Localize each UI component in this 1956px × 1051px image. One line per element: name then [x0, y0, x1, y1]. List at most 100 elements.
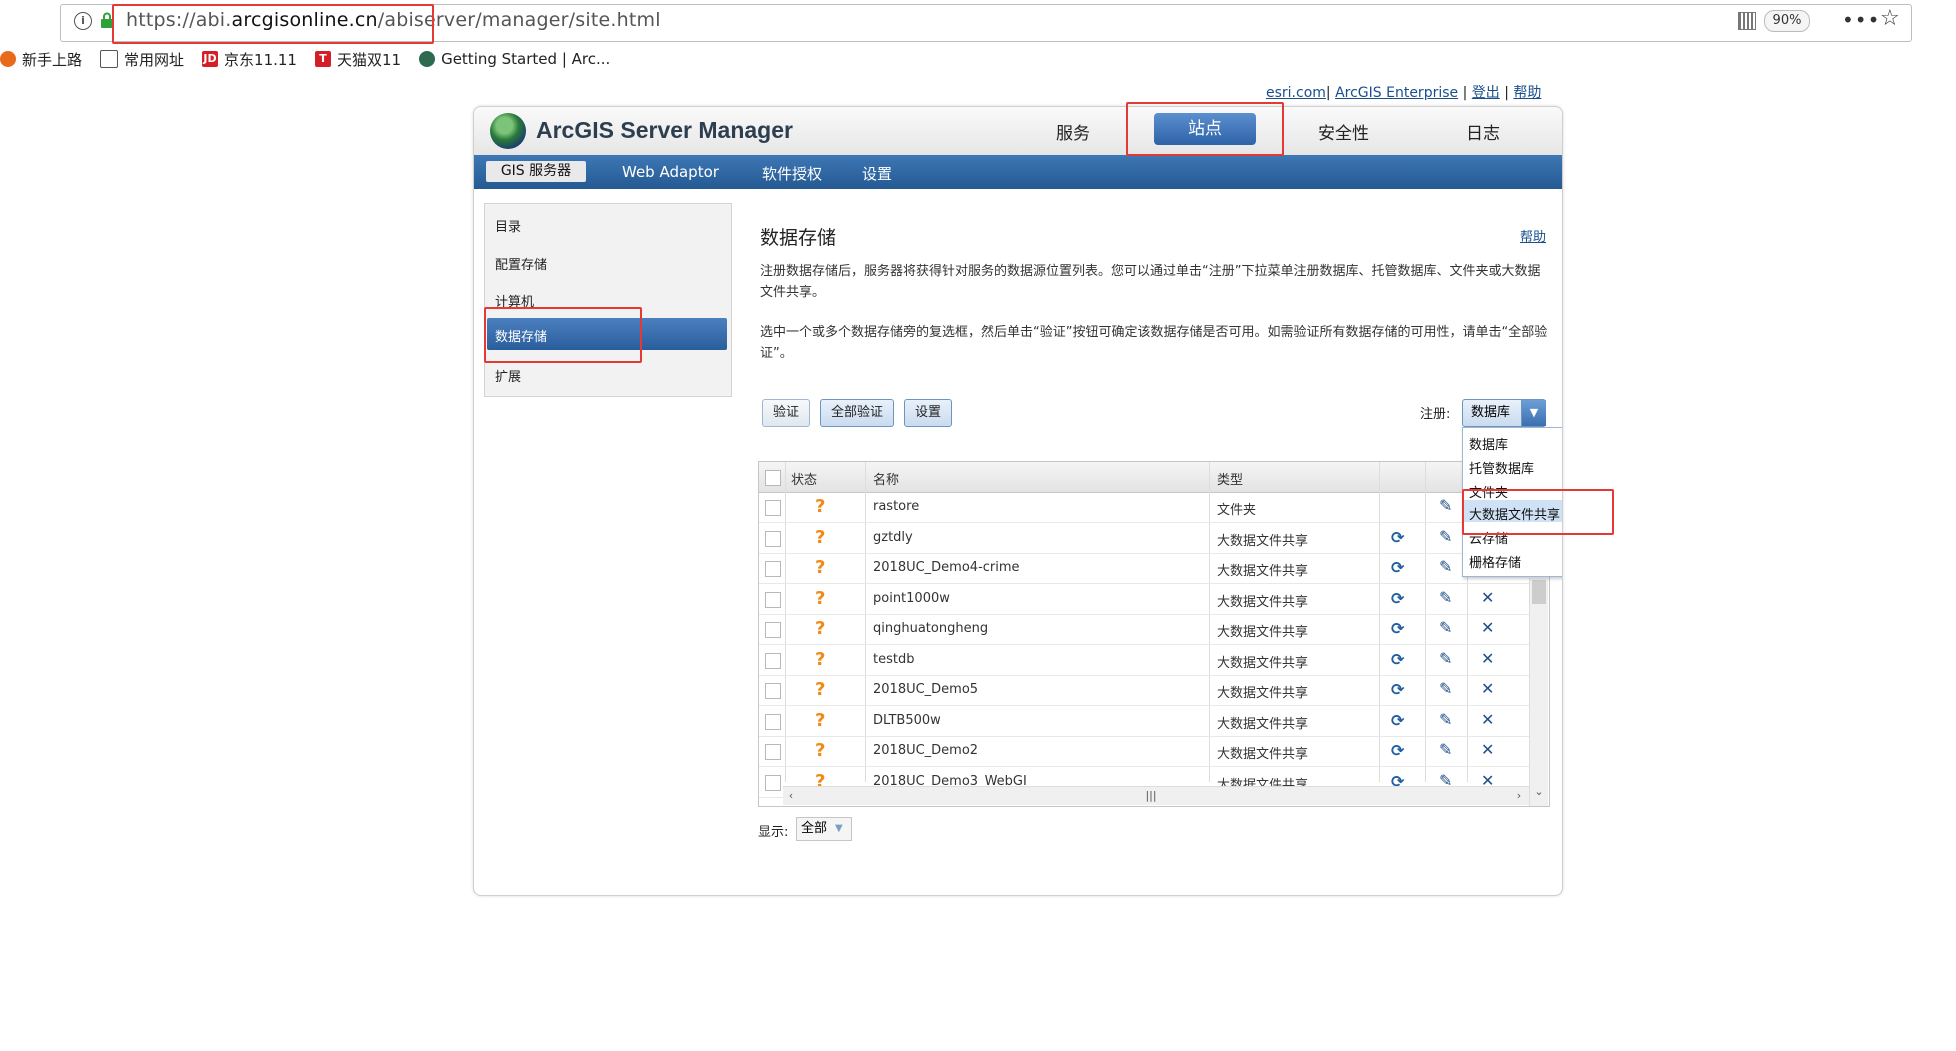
status-unknown-icon: ? — [815, 496, 826, 517]
subnav-settings[interactable]: 设置 — [862, 163, 892, 184]
edit-pencil-icon[interactable]: ✎ — [1439, 557, 1452, 576]
edit-pencil-icon[interactable]: ✎ — [1439, 588, 1452, 607]
dropdown-item-database[interactable]: 数据库 — [1469, 434, 1508, 453]
row-checkbox[interactable] — [765, 774, 781, 791]
refresh-icon[interactable]: ⟳ — [1391, 650, 1404, 669]
dropdown-item-managed-database[interactable]: 托管数据库 — [1469, 458, 1534, 477]
table-row[interactable]: ? qinghuatongheng 大数据文件共享 ⟳ ✎ ✕ — [759, 614, 1529, 645]
refresh-icon[interactable]: ⟳ — [1391, 680, 1404, 699]
table-row[interactable]: ?2018UC_Demo4-crime大数据文件共享⟳✎✕ — [759, 553, 1529, 584]
nav-security[interactable]: 安全性 — [1318, 119, 1369, 144]
validate-all-button[interactable]: 全部验证 — [820, 399, 894, 427]
delete-x-icon[interactable]: ✕ — [1481, 679, 1494, 698]
qr-code-icon[interactable] — [1738, 12, 1756, 30]
menu-config-store[interactable]: 配置存储 — [495, 254, 547, 273]
vertical-scrollbar[interactable]: ⌄ — [1529, 578, 1548, 806]
refresh-icon[interactable]: ⟳ — [1391, 711, 1404, 730]
menu-directory[interactable]: 目录 — [495, 216, 521, 235]
bookmark-star-icon[interactable]: ☆ — [1880, 6, 1900, 31]
table-row[interactable]: ? testdb 大数据文件共享 ⟳ ✎ ✕ — [759, 645, 1529, 676]
show-select[interactable]: 全部 ▼ — [796, 817, 852, 841]
status-unknown-icon: ? — [815, 587, 826, 609]
scroll-left-icon[interactable]: ‹ — [783, 788, 799, 804]
row-checkbox[interactable] — [765, 744, 781, 760]
delete-x-icon[interactable]: ✕ — [1481, 710, 1494, 729]
scrollbar-grip-icon[interactable]: ||| — [1143, 788, 1159, 804]
subnav-licensing[interactable]: 软件授权 — [762, 163, 822, 184]
chevron-down-icon[interactable]: ▼ — [835, 818, 843, 840]
bookmark-item[interactable]: JD 京东11.11 — [202, 49, 297, 70]
scroll-down-icon[interactable]: ⌄ — [1531, 784, 1547, 800]
table-row[interactable]: ? 2018UC_Demo5 大数据文件共享 ⟳ ✎ ✕ — [759, 675, 1529, 706]
subnav-gis-server[interactable]: GIS 服务器 — [486, 161, 586, 182]
row-checkbox[interactable] — [765, 530, 781, 547]
edit-pencil-icon[interactable]: ✎ — [1439, 710, 1452, 729]
select-all-checkbox[interactable] — [765, 470, 781, 486]
table-row[interactable]: ?rastore文件夹✎✕ — [759, 492, 1529, 523]
refresh-icon[interactable]: ⟳ — [1391, 619, 1404, 638]
refresh-icon[interactable]: ⟳ — [1391, 528, 1404, 547]
delete-x-icon[interactable]: ✕ — [1481, 588, 1494, 607]
bookmark-item[interactable]: 新手上路 — [0, 49, 82, 70]
row-name: qinghuatongheng — [873, 621, 989, 636]
edit-pencil-icon[interactable]: ✎ — [1439, 527, 1452, 546]
edit-pencil-icon[interactable]: ✎ — [1439, 618, 1452, 637]
menu-extensions[interactable]: 扩展 — [495, 366, 521, 385]
enterprise-link[interactable]: ArcGIS Enterprise — [1335, 85, 1458, 101]
row-checkbox[interactable] — [765, 561, 781, 577]
nav-services[interactable]: 服务 — [1056, 119, 1090, 144]
row-checkbox[interactable] — [765, 622, 781, 638]
edit-pencil-icon[interactable]: ✎ — [1439, 496, 1452, 515]
table-row[interactable]: ? point1000w 大数据文件共享 ⟳ ✎ ✕ — [759, 584, 1529, 615]
table-row[interactable]: ? DLTB500w 大数据文件共享 ⟳ ✎ ✕ — [759, 706, 1529, 737]
row-name: testdb — [873, 651, 915, 667]
scrollbar-thumb[interactable] — [1532, 580, 1546, 604]
help-link[interactable]: 帮助 — [1520, 226, 1546, 245]
show-label: 显示: — [758, 825, 789, 840]
refresh-icon[interactable]: ⟳ — [1391, 558, 1404, 577]
subnav-web-adaptor[interactable]: Web Adaptor — [622, 163, 719, 181]
esri-link[interactable]: esri.com — [1266, 85, 1326, 101]
chevron-down-icon[interactable]: ▼ — [1521, 400, 1546, 426]
delete-x-icon[interactable]: ✕ — [1481, 649, 1494, 668]
table-row[interactable]: ?gztdly大数据文件共享⟳✎✕ — [759, 523, 1529, 554]
register-select[interactable]: 数据库 ▼ — [1462, 399, 1546, 427]
row-checkbox[interactable] — [765, 713, 781, 730]
settings-button[interactable]: 设置 — [904, 399, 952, 427]
delete-x-icon[interactable]: ✕ — [1481, 618, 1494, 637]
row-checkbox[interactable] — [765, 500, 781, 516]
edit-pencil-icon[interactable]: ✎ — [1439, 649, 1452, 668]
zoom-level[interactable]: 90% — [1764, 10, 1810, 32]
top-links: esri.com| ArcGIS Enterprise | 登出 | 帮助 — [1266, 85, 1542, 101]
more-icon[interactable]: ••• — [1842, 8, 1880, 32]
scroll-right-icon[interactable]: › — [1511, 788, 1527, 804]
info-icon[interactable]: i — [74, 12, 92, 30]
help-link[interactable]: 帮助 — [1513, 85, 1541, 101]
bookmarks-bar: 新手上路 常用网址 JD 京东11.11 T 天猫双11 Getting Start… — [0, 46, 610, 72]
row-type: 大数据文件共享 — [1217, 533, 1309, 549]
header-status[interactable]: 状态 — [791, 469, 817, 488]
row-checkbox[interactable] — [765, 683, 781, 699]
bookmark-item[interactable]: T 天猫双11 — [314, 49, 401, 70]
horizontal-scrollbar[interactable]: ‹ ||| › — [783, 786, 1529, 805]
refresh-icon[interactable]: ⟳ — [1391, 741, 1404, 760]
edit-pencil-icon[interactable]: ✎ — [1439, 679, 1452, 698]
table-row[interactable]: ? 2018UC_Demo2 大数据文件共享 ⟳ ✎ ✕ — [759, 736, 1529, 767]
row-checkbox[interactable] — [765, 652, 781, 669]
row-name: 2018UC_Demo5 — [873, 682, 979, 697]
row-type: 大数据文件共享 — [1217, 747, 1309, 762]
header-name[interactable]: 名称 — [873, 469, 899, 488]
row-name: 2018UC_Demo4-crime — [873, 560, 1020, 575]
row-checkbox[interactable] — [765, 591, 781, 608]
header-type[interactable]: 类型 — [1217, 469, 1243, 488]
dropdown-item-raster-store[interactable]: 栅格存储 — [1469, 552, 1521, 571]
bookmark-item[interactable]: 常用网址 — [100, 49, 184, 70]
delete-x-icon[interactable]: ✕ — [1481, 740, 1494, 759]
logout-link[interactable]: 登出 — [1472, 85, 1500, 101]
edit-pencil-icon[interactable]: ✎ — [1439, 740, 1452, 759]
nav-logs[interactable]: 日志 — [1466, 119, 1500, 144]
validate-button[interactable]: 验证 — [762, 399, 810, 427]
description-validate: 选中一个或多个数据存储旁的复选框，然后单击“验证”按钮可确定该数据存储是否可用。… — [760, 325, 1548, 361]
refresh-icon[interactable]: ⟳ — [1391, 589, 1404, 608]
bookmark-item[interactable]: Getting Started | Arc... — [419, 50, 610, 68]
